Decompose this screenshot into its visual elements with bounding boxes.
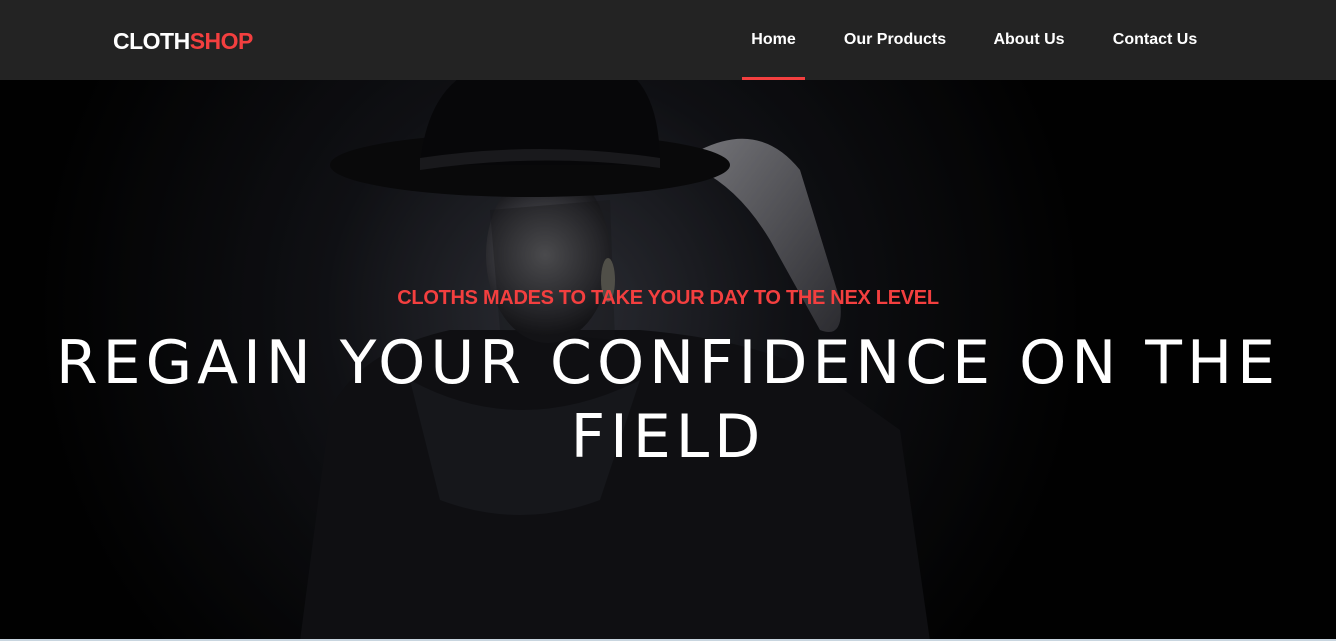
hero-subtitle: CLOTHS MADES TO TAKE YOUR DAY TO THE NEX… [397,287,939,309]
nav-home[interactable]: Home [742,0,805,80]
hero-headline: REGAIN YOUR CONFIDENCE ON THE FIELD [55,328,1280,472]
nav-our-products[interactable]: Our Products [839,0,951,80]
main-nav: Home Our Products About Us Contact Us [0,0,1336,80]
navbar: CLOTHSHOP Home Our Products About Us Con… [0,0,1336,80]
nav-about-us[interactable]: About Us [989,0,1069,80]
hero-banner: CLOTHS MADES TO TAKE YOUR DAY TO THE NEX… [0,80,1336,641]
nav-contact-us[interactable]: Contact Us [1107,0,1203,80]
